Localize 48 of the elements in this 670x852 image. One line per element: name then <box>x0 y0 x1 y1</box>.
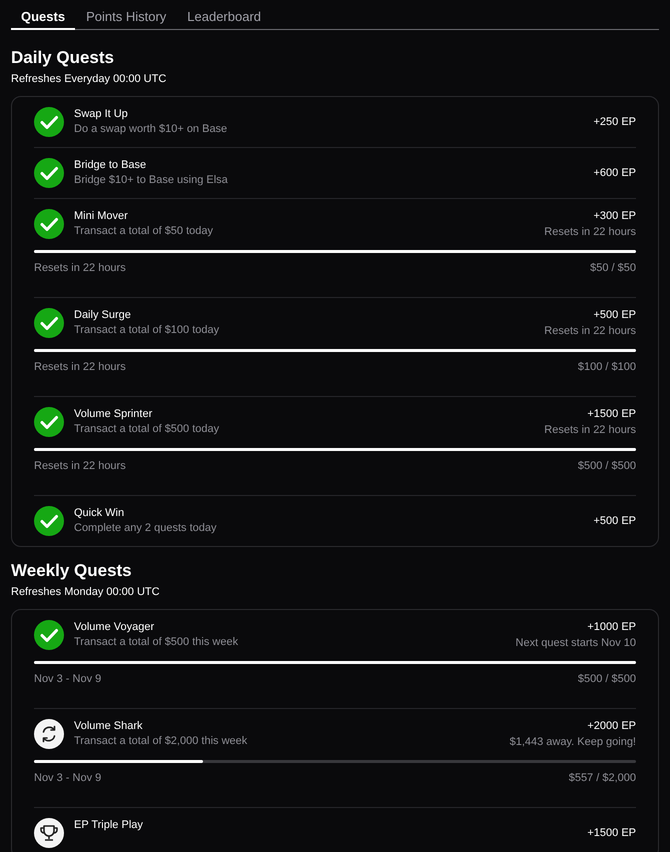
quest-title: EP Triple Play <box>74 819 144 832</box>
progress-amount: $500 / $500 <box>578 673 636 686</box>
progress-amount: $50 / $50 <box>590 262 636 275</box>
reward-points: +1500 EP <box>587 408 636 420</box>
quest-description: Transact a total of $500 today <box>74 423 220 436</box>
section-subtitle: Refreshes Monday 00:00 UTC <box>11 585 161 599</box>
quest-title: Mini Mover <box>74 210 129 223</box>
section-subtitle: Refreshes Everyday 00:00 UTC <box>11 72 168 86</box>
quest-title: Volume Voyager <box>74 621 156 634</box>
reward-points: +2000 EP <box>587 720 636 732</box>
tab[interactable]: Points History <box>76 6 176 28</box>
reward-points: +1500 EP <box>587 826 636 840</box>
section-title: Weekly Quests <box>11 561 133 581</box>
quest-status: Resets in 22 hours <box>544 226 636 238</box>
quest-title: Volume Shark <box>74 720 144 733</box>
progress-amount: $557 / $2,000 <box>568 772 636 785</box>
quest-status: Resets in 22 hours <box>544 424 636 436</box>
progress-amount: $100 / $100 <box>578 361 636 374</box>
reward-points: +500 EP <box>593 308 636 322</box>
quest-description: Transact a total of $50 today <box>74 225 214 238</box>
quest-title: Quick Win <box>74 507 126 520</box>
section-title: Daily Quests <box>11 48 115 68</box>
quest-description: Transact a total of $500 this week <box>74 636 240 649</box>
quest-description: Transact a total of $100 today <box>74 324 220 337</box>
quest-description: Complete any 2 quests today <box>74 522 218 535</box>
quest-status: $1,443 away. Keep going! <box>510 736 636 748</box>
tab[interactable]: Leaderboard <box>177 6 272 28</box>
reward-points: +300 EP <box>593 210 636 222</box>
reward-points: +600 EP <box>593 166 636 180</box>
quest-status: Resets in 22 hours <box>544 324 636 338</box>
reward-points: +500 EP <box>593 514 636 528</box>
quest-title: Swap It Up <box>74 108 129 121</box>
quest-title: Bridge to Base <box>74 159 148 172</box>
quest-description: Do a swap worth $10+ on Base <box>74 123 228 136</box>
quest-title: Daily Surge <box>74 309 132 322</box>
quest-description: Bridge $10+ to Base using Elsa <box>74 174 229 187</box>
quest-period: Resets in 22 hours <box>34 460 126 473</box>
quest-description: Transact a total of $2,000 this week <box>74 735 248 748</box>
progress-amount: $500 / $500 <box>578 460 636 473</box>
reward-points: +1000 EP <box>587 620 636 634</box>
quest-title: Volume Sprinter <box>74 408 154 421</box>
reward-points: +250 EP <box>593 116 636 128</box>
quest-period: Resets in 22 hours <box>34 361 126 374</box>
quest-period: Resets in 22 hours <box>34 262 126 275</box>
quest-period: Nov 3 - Nov 9 <box>34 673 102 686</box>
quest-status: Next quest starts Nov 10 <box>516 636 636 650</box>
quest-period: Nov 3 - Nov 9 <box>34 772 102 785</box>
tab[interactable]: Quests <box>11 6 76 30</box>
